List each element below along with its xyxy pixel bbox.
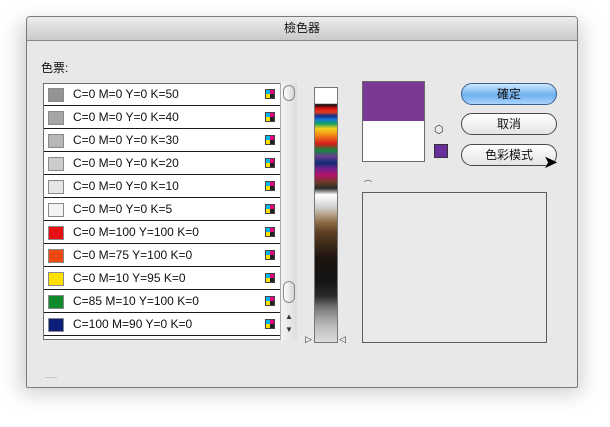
swatch-color-chip [48,295,64,309]
swatch-row[interactable]: C=0 M=10 Y=95 K=0 [44,268,280,290]
swatch-label: C=0 M=0 Y=0 K=30 [73,133,179,147]
swatch-list-scrollbar[interactable]: ▲ ▼ [280,83,297,340]
color-spectrum-slider[interactable] [314,87,338,343]
pointer-cursor-icon: ➤ [543,152,559,172]
swatch-color-chip [48,226,64,240]
swatch-label: C=0 M=0 Y=0 K=20 [73,156,179,170]
original-color-swatch [363,121,424,161]
scroll-up-arrow-icon[interactable]: ▲ [285,313,293,321]
cmyk-process-icon [265,204,275,214]
cancel-button[interactable]: 取消 [461,113,557,135]
swatches-label: 色票: [41,61,69,75]
swatch-row[interactable]: C=85 M=10 Y=100 K=0 [44,291,280,313]
scroll-thumb[interactable] [283,281,295,303]
swatch-label: C=100 M=90 Y=0 K=0 [73,317,193,331]
spectrum-right-marker-icon[interactable]: ◁ [339,335,346,344]
dialog-title: 檢色器 [27,17,577,41]
swatch-color-chip [48,318,64,332]
color-info-panel [362,192,547,343]
swatch-label: C=85 M=10 Y=100 K=0 [73,294,199,308]
cmyk-process-icon [265,135,275,145]
resize-grip [45,377,57,378]
cmyk-process-icon [265,319,275,329]
cube-icon[interactable]: ⬡ [434,125,445,136]
swatch-label: C=0 M=100 Y=100 K=0 [73,225,199,239]
swatch-label: C=0 M=10 Y=95 K=0 [73,271,186,285]
swatch-label: C=0 M=0 Y=0 K=50 [73,87,179,101]
swatch-row[interactable]: C=0 M=75 Y=100 K=0 [44,245,280,267]
swatch-color-chip [48,157,64,171]
swatch-label: C=0 M=0 Y=0 K=5 [73,202,173,216]
swatch-list[interactable]: C=0 M=0 Y=0 K=50 C=0 M=0 Y=0 K=40 C=0 M=0 … [43,83,296,340]
swatch-color-chip [48,88,64,102]
swatch-row[interactable]: C=0 M=0 Y=0 K=50 [44,84,280,106]
swatch-color-chip [48,249,64,263]
swatch-row[interactable]: C=0 M=0 Y=0 K=5 [44,199,280,221]
swatch-color-chip [48,203,64,217]
color-picker-dialog: 檢色器 色票: C=0 M=0 Y=0 K=50 C=0 M=0 Y=0 K=40… [26,16,578,388]
scroll-down-arrow-icon[interactable]: ▼ [285,326,293,334]
cmyk-process-icon [265,296,275,306]
swatch-row[interactable]: C=0 M=0 Y=0 K=20 [44,153,280,175]
panel-handle-icon: ⌒ [364,180,372,189]
swatch-row[interactable]: C=100 M=90 Y=0 K=0 [44,314,280,336]
swatch-row[interactable]: C=0 M=0 Y=0 K=10 [44,176,280,198]
cmyk-process-icon [265,112,275,122]
websafe-color-swatch[interactable] [434,144,448,158]
swatch-row[interactable]: C=0 M=0 Y=0 K=40 [44,107,280,129]
cmyk-process-icon [265,89,275,99]
new-color-swatch [363,82,424,121]
color-preview [362,81,425,162]
cmyk-process-icon [265,273,275,283]
spectrum-left-marker-icon[interactable]: ▷ [305,335,312,344]
swatch-color-chip [48,180,64,194]
cmyk-process-icon [265,181,275,191]
cmyk-process-icon [265,158,275,168]
scroll-thumb-top[interactable] [283,85,295,101]
swatch-row[interactable]: C=0 M=100 Y=100 K=0 [44,222,280,244]
swatch-label: C=0 M=0 Y=0 K=40 [73,110,179,124]
swatch-color-chip [48,134,64,148]
swatch-color-chip [48,111,64,125]
cmyk-process-icon [265,250,275,260]
swatch-row[interactable]: C=0 M=0 Y=0 K=30 [44,130,280,152]
swatch-color-chip [48,272,64,286]
cmyk-process-icon [265,227,275,237]
swatch-label: C=0 M=75 Y=100 K=0 [73,248,193,262]
ok-button[interactable]: 確定 [461,83,557,105]
swatch-label: C=0 M=0 Y=0 K=10 [73,179,179,193]
